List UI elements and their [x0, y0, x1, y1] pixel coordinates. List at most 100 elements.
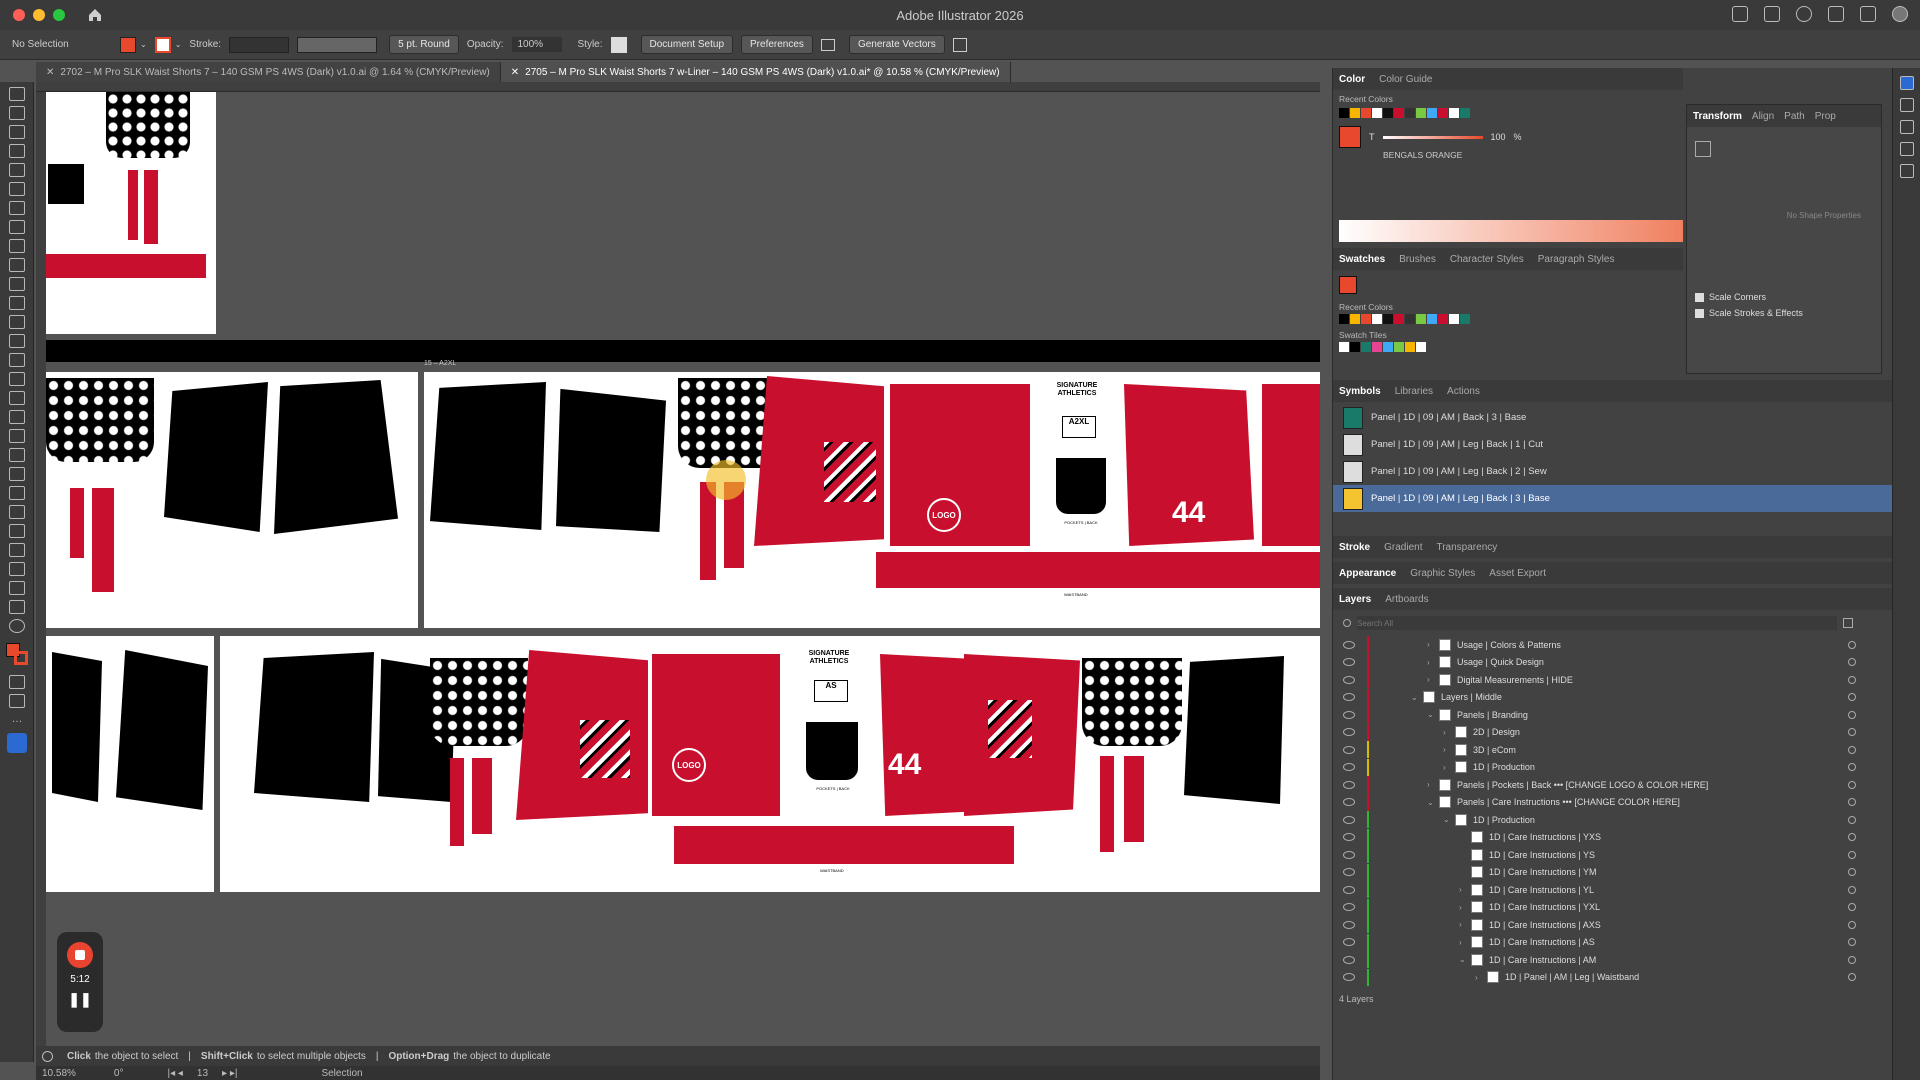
target-icon[interactable]: [1848, 868, 1856, 877]
reference-point-icon[interactable]: [1695, 141, 1711, 157]
swatch[interactable]: [1460, 108, 1470, 118]
minimize-window-button[interactable]: [33, 9, 45, 21]
magic-wand-tool-icon[interactable]: [9, 125, 25, 139]
tab-paragraph-styles[interactable]: Paragraph Styles: [1538, 254, 1615, 265]
target-icon[interactable]: [1848, 955, 1856, 964]
layer-row[interactable]: › 1D | Care Instructions | AS: [1333, 933, 1892, 952]
swatch[interactable]: [1350, 342, 1360, 352]
layer-row[interactable]: › Usage | Quick Design: [1333, 653, 1892, 672]
horizontal-ruler[interactable]: [36, 82, 1320, 92]
target-icon[interactable]: [1848, 728, 1856, 737]
slice-tool-icon[interactable]: [9, 562, 25, 576]
tab-document-2702[interactable]: ✕ 2702 – M Pro SLK Waist Shorts 7 – 140 G…: [36, 62, 501, 82]
filter-icon[interactable]: [1843, 618, 1853, 628]
fill-stroke-mini[interactable]: [1339, 126, 1361, 148]
draw-mode-icon[interactable]: [9, 675, 25, 689]
layers-icon[interactable]: [1900, 120, 1914, 134]
tab-path[interactable]: Path: [1784, 111, 1805, 122]
target-icon[interactable]: [1848, 745, 1856, 754]
tab-appearance[interactable]: Appearance: [1339, 568, 1396, 579]
screen-mode-icon[interactable]: [9, 694, 25, 708]
expand-toggle-icon[interactable]: ›: [1427, 658, 1435, 667]
layer-row[interactable]: › 1D | Care Instructions | YXL: [1333, 898, 1892, 917]
visibility-eye-icon[interactable]: [1343, 938, 1355, 947]
mesh-tool-icon[interactable]: [9, 429, 25, 443]
swatch[interactable]: [1449, 108, 1459, 118]
swatch[interactable]: [1416, 108, 1426, 118]
tab-gradient[interactable]: Gradient: [1384, 542, 1422, 553]
target-icon[interactable]: [1848, 710, 1856, 719]
layer-row[interactable]: ⌄ 1D | Production: [1333, 811, 1892, 829]
target-icon[interactable]: [1848, 920, 1856, 929]
layer-row[interactable]: › 1D | Care Instructions | AXS: [1333, 916, 1892, 934]
column-graph-tool-icon[interactable]: [9, 524, 25, 538]
notification-icon[interactable]: [1764, 6, 1780, 22]
visibility-eye-icon[interactable]: [1343, 885, 1355, 894]
artboard-bottom-left[interactable]: [46, 636, 214, 892]
close-icon[interactable]: ✕: [511, 67, 519, 78]
swatch[interactable]: [1339, 108, 1349, 118]
tint-value[interactable]: 100: [1491, 132, 1506, 142]
rectangle-tool-icon[interactable]: [9, 239, 25, 253]
swatch[interactable]: [1438, 314, 1448, 324]
artboard-top-left[interactable]: [46, 92, 216, 334]
home-icon[interactable]: [87, 7, 103, 23]
close-window-button[interactable]: [13, 9, 25, 21]
swatches-fill-stroke[interactable]: [1339, 276, 1357, 294]
tab-document-2705[interactable]: ✕ 2705 – M Pro SLK Waist Shorts 7 w-Liner…: [500, 62, 1011, 82]
symbol-sprayer-tool-icon[interactable]: [9, 505, 25, 519]
stroke-weight-field[interactable]: [229, 36, 290, 53]
tab-align[interactable]: Align: [1752, 111, 1774, 122]
swatch[interactable]: [1405, 342, 1415, 352]
fill-swatch[interactable]: ⌄: [120, 36, 147, 53]
tab-properties[interactable]: Prop: [1815, 111, 1836, 122]
artboard-bottom-as[interactable]: LOGO SIGNATURE ATHLETICS AS POCKETS | BA…: [220, 636, 1320, 892]
expand-toggle-icon[interactable]: ›: [1443, 763, 1451, 772]
symbol-item[interactable]: Panel | 1D | 09 | AM | Back | 3 | Base: [1333, 404, 1892, 431]
expand-toggle-icon[interactable]: ⌄: [1459, 955, 1467, 964]
target-icon[interactable]: [1848, 658, 1856, 667]
graphic-style-swatch[interactable]: [610, 36, 627, 53]
visibility-eye-icon[interactable]: [1343, 710, 1355, 719]
visibility-eye-icon[interactable]: [1343, 868, 1355, 877]
visibility-eye-icon[interactable]: [1343, 780, 1355, 789]
scale-tool-icon[interactable]: [9, 334, 25, 348]
rotation-field[interactable]: 0°: [114, 1068, 124, 1079]
swatch[interactable]: [1405, 314, 1415, 324]
expand-toggle-icon[interactable]: ⌄: [1411, 693, 1419, 702]
swatch[interactable]: [1416, 314, 1426, 324]
shape-builder-tool-icon[interactable]: [9, 391, 25, 405]
search-icon[interactable]: [1796, 6, 1812, 22]
swatch[interactable]: [1427, 314, 1437, 324]
tab-swatches[interactable]: Swatches: [1339, 254, 1385, 265]
tab-graphic-styles[interactable]: Graphic Styles: [1410, 568, 1475, 579]
tab-stroke[interactable]: Stroke: [1339, 542, 1370, 553]
expand-toggle-icon[interactable]: ⌄: [1427, 710, 1435, 719]
layer-row[interactable]: 1D | Care Instructions | YXS: [1333, 828, 1892, 847]
artboard-number-field[interactable]: 13: [197, 1068, 208, 1079]
help-icon[interactable]: [42, 1050, 53, 1062]
swatch[interactable]: [1460, 314, 1470, 324]
swatch[interactable]: [1372, 314, 1382, 324]
visibility-eye-icon[interactable]: [1343, 833, 1355, 842]
symbol-item[interactable]: Panel | 1D | 09 | AM | Leg | Back | 1 | …: [1333, 431, 1892, 458]
layer-row[interactable]: 1D | Care Instructions | YS: [1333, 846, 1892, 864]
zoom-window-button[interactable]: [53, 9, 65, 21]
tab-brushes[interactable]: Brushes: [1399, 254, 1436, 265]
visibility-eye-icon[interactable]: [1343, 973, 1355, 982]
expand-toggle-icon[interactable]: ›: [1475, 973, 1483, 982]
swatch[interactable]: [1394, 314, 1404, 324]
target-icon[interactable]: [1848, 833, 1856, 842]
expand-toggle-icon[interactable]: ›: [1443, 745, 1451, 754]
expand-toggle-icon[interactable]: ›: [1427, 780, 1435, 789]
eyedropper-tool-icon[interactable]: [9, 467, 25, 481]
expand-toggle-icon[interactable]: ›: [1427, 675, 1435, 684]
swatch[interactable]: [1438, 108, 1448, 118]
scale-strokes-checkbox[interactable]: Scale Strokes & Effects: [1695, 308, 1881, 318]
artboard-middle-left[interactable]: [46, 372, 418, 628]
visibility-eye-icon[interactable]: [1343, 763, 1355, 772]
hand-tool-icon[interactable]: [9, 581, 25, 595]
close-icon[interactable]: ✕: [46, 67, 54, 78]
perspective-grid-tool-icon[interactable]: [9, 410, 25, 424]
target-icon[interactable]: [1848, 885, 1856, 894]
